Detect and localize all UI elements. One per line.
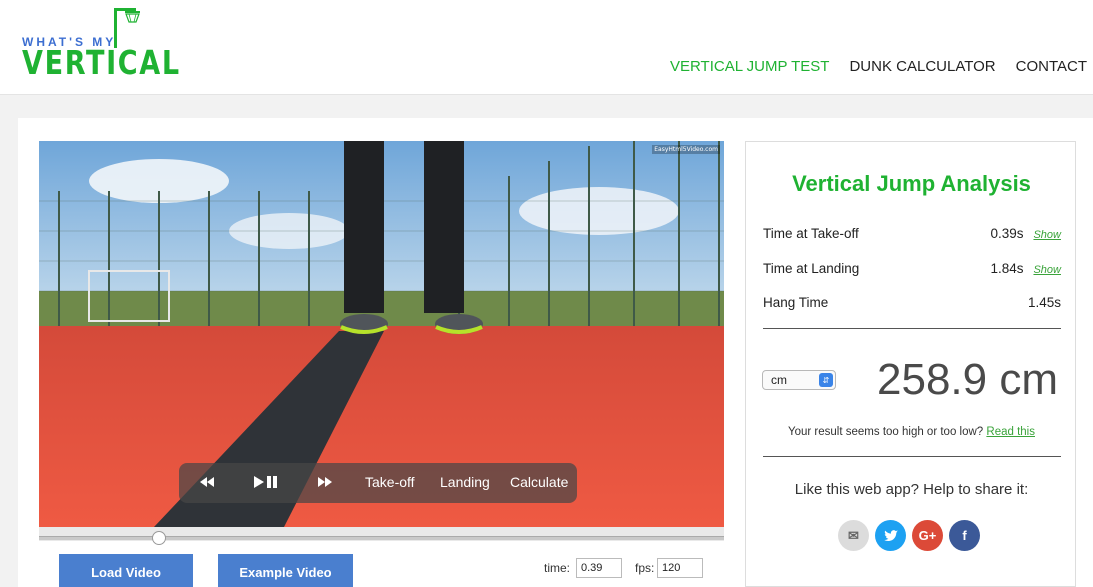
main-nav: VERTICAL JUMP TEST DUNK CALCULATOR CONTA… <box>670 58 1087 75</box>
nav-dunk-calculator[interactable]: DUNK CALCULATOR <box>849 58 995 75</box>
jump-result: 258.9 cm <box>877 355 1058 404</box>
hang-time-label: Hang Time <box>763 295 829 310</box>
fast-forward-icon[interactable] <box>317 475 333 489</box>
landing-button[interactable]: Landing <box>440 474 490 490</box>
landing-row: Time at Landing 1.84s Show <box>763 261 1061 276</box>
divider <box>763 456 1061 457</box>
social-share: ✉ G+ f <box>838 520 980 551</box>
analysis-title: Vertical Jump Analysis <box>792 171 1031 196</box>
calculate-button[interactable]: Calculate <box>510 474 568 490</box>
site-header: WHAT'S MY VERTICAL VERTICAL JUMP TEST DU… <box>0 0 1093 95</box>
twitter-icon[interactable] <box>875 520 906 551</box>
show-landing-link[interactable]: Show <box>1033 264 1061 276</box>
show-takeoff-link[interactable]: Show <box>1033 229 1061 241</box>
fps-input[interactable] <box>657 558 703 578</box>
rewind-icon[interactable] <box>199 475 215 489</box>
nav-vertical-jump-test[interactable]: VERTICAL JUMP TEST <box>670 58 830 75</box>
analysis-panel: Vertical Jump Analysis Time at Take-off … <box>745 141 1076 587</box>
site-logo[interactable]: WHAT'S MY VERTICAL <box>22 8 179 84</box>
select-arrows-icon: ⇵ <box>819 373 833 387</box>
load-video-button[interactable]: Load Video <box>59 554 193 587</box>
result-note-text: Your result seems too high or too low? <box>788 426 984 438</box>
takeoff-button[interactable]: Take-off <box>365 474 415 490</box>
video-controls: Take-off Landing Calculate <box>179 463 577 503</box>
hang-time-row: Hang Time 1.45s <box>763 295 1061 310</box>
time-input[interactable] <box>576 558 622 578</box>
read-this-link[interactable]: Read this <box>986 426 1035 438</box>
email-icon[interactable]: ✉ <box>838 520 869 551</box>
facebook-icon[interactable]: f <box>949 520 980 551</box>
play-pause-icon[interactable] <box>253 474 279 490</box>
nav-contact[interactable]: CONTACT <box>1016 58 1087 75</box>
takeoff-row: Time at Take-off 0.39s Show <box>763 226 1061 241</box>
google-plus-icon[interactable]: G+ <box>912 520 943 551</box>
video-watermark: EasyHtml5Video.com <box>652 145 720 154</box>
hang-time-value: 1.45s <box>1027 295 1061 310</box>
time-label: time: <box>544 561 571 575</box>
takeoff-value: 0.39s <box>990 226 1024 241</box>
result-note: Your result seems too high or too low? R… <box>746 426 1077 438</box>
landing-value: 1.84s <box>990 261 1024 276</box>
unit-select-value: cm <box>771 373 787 387</box>
share-prompt: Like this web app? Help to share it: <box>794 481 1029 498</box>
landing-label: Time at Landing <box>763 261 860 276</box>
takeoff-label: Time at Take-off <box>763 226 859 241</box>
seek-bar[interactable] <box>39 527 724 545</box>
divider <box>763 328 1061 329</box>
unit-select[interactable]: cm ⇵ <box>762 370 836 390</box>
logo-wordmark: VERTICAL <box>22 43 181 82</box>
example-video-button[interactable]: Example Video <box>218 554 353 587</box>
fps-label: fps: <box>635 561 655 575</box>
seek-track[interactable] <box>39 536 724 540</box>
seek-thumb[interactable] <box>151 531 166 545</box>
